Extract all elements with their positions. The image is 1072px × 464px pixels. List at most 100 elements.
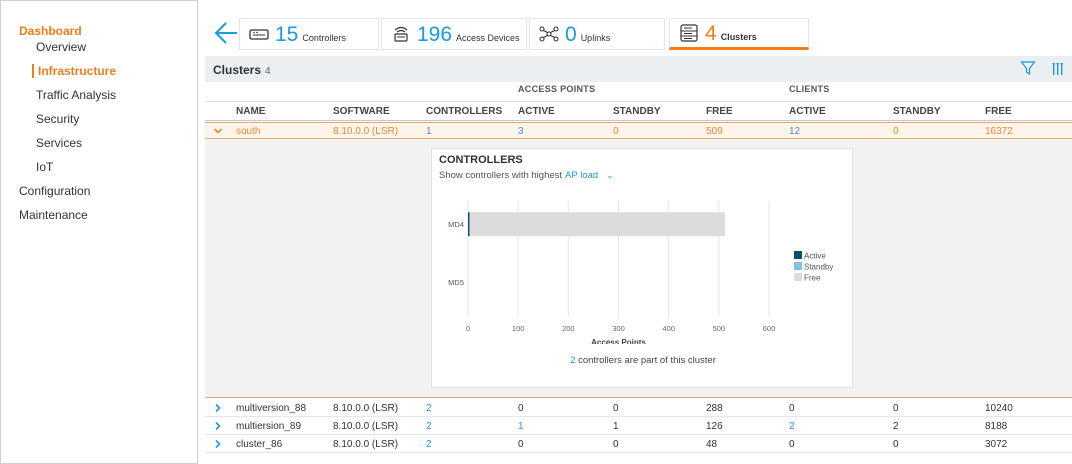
chevron-right-icon[interactable]	[213, 403, 223, 413]
metric-select[interactable]: AP load	[565, 170, 598, 181]
cell-ap-standby: 1	[613, 421, 619, 432]
chevron-right-icon[interactable]	[213, 421, 223, 431]
access-devices-label: Access Devices	[456, 33, 520, 43]
cell-name: multiversion_88	[236, 403, 307, 414]
legend-swatch-free	[794, 273, 802, 281]
table-row[interactable]: cluster_86 8.10.0.0 (LSR) 2 0 0 48 0 0 3…	[205, 436, 1072, 453]
tile-clusters[interactable]: 4 Clusters	[669, 18, 809, 50]
cell-ap-standby: 0	[613, 403, 619, 414]
chevron-right-icon[interactable]	[213, 439, 223, 449]
nav-infrastructure[interactable]: Infrastructure	[32, 64, 116, 78]
cell-controllers-link[interactable]: 2	[426, 421, 432, 432]
tile-access-devices[interactable]: 196 Access Devices	[381, 18, 527, 50]
table-header: NAME SOFTWARE CONTROLLERS ACTIVE STANDBY…	[205, 101, 1072, 121]
controllers-count: 15	[275, 22, 299, 46]
sidebar: Dashboard Overview Infrastructure Traffi…	[0, 0, 198, 464]
cell-ap-free: 48	[706, 439, 718, 450]
clusters-tile-label: Clusters	[720, 32, 757, 42]
uplinks-label: Uplinks	[580, 33, 611, 43]
nav-configuration[interactable]: Configuration	[19, 184, 90, 198]
nav-maintenance[interactable]: Maintenance	[19, 208, 88, 222]
nav-dashboard[interactable]: Dashboard	[19, 24, 82, 38]
legend-label-standby: Standby	[804, 263, 833, 272]
x-tick-label: 600	[763, 324, 776, 333]
cluster-icon	[680, 24, 698, 42]
nav-iot[interactable]: IoT	[36, 160, 53, 174]
cell-name: south	[236, 126, 261, 137]
nav-security[interactable]: Security	[36, 112, 79, 126]
cell-ap-free: 126	[706, 421, 723, 432]
col-name[interactable]: NAME	[236, 106, 265, 117]
col-software[interactable]: SOFTWARE	[333, 106, 390, 117]
controllers-count-link[interactable]: 2	[570, 355, 575, 366]
tile-controllers[interactable]: 15 Controllers	[239, 18, 379, 50]
cell-controllers-link[interactable]: 2	[426, 403, 432, 414]
cell-ap-active: 0	[518, 439, 524, 450]
legend-label-active: Active	[804, 252, 826, 261]
x-axis-label: Access Points	[591, 338, 646, 344]
controllers-card-title: CONTROLLERS	[439, 154, 523, 166]
controllers-card-subtitle: Show controllers with highest AP load ⌄	[439, 170, 614, 181]
controllers-bar-chart: 0 100 200 300 400 500 600 Access Points MD4 MD5 Ac…	[448, 201, 833, 344]
cell-client-standby: 0	[893, 126, 899, 137]
chevron-down-icon[interactable]	[213, 126, 223, 136]
cell-name: cluster_86	[236, 439, 283, 450]
nav-traffic-analysis[interactable]: Traffic Analysis	[36, 88, 116, 102]
cell-client-active-link[interactable]: 2	[789, 421, 795, 432]
table-row[interactable]: multiversion_88 8.10.0.0 (LSR) 2 0 0 288…	[205, 400, 1072, 417]
controllers-card: CONTROLLERS Show controllers with highes…	[431, 148, 853, 388]
group-header-clients: CLIENTS	[789, 84, 830, 94]
clusters-header-bar: Clusters 4	[205, 56, 1072, 82]
bar-segment-free	[469, 212, 725, 237]
legend-label-free: Free	[804, 274, 821, 283]
col-controllers[interactable]: CONTROLLERS	[426, 106, 502, 117]
access-device-icon	[394, 26, 408, 42]
x-tick-label: 500	[713, 324, 726, 333]
column-chooser-icon[interactable]	[1052, 61, 1064, 77]
cell-controllers-link[interactable]: 1	[426, 126, 432, 137]
nav-overview[interactable]: Overview	[36, 40, 86, 54]
cell-client-active-link[interactable]: 12	[789, 126, 800, 137]
col-ap-standby[interactable]: STANDBY	[613, 106, 661, 117]
clusters-tile-count: 4	[705, 21, 717, 45]
clusters-count: 4	[265, 66, 271, 77]
table-row-south[interactable]: south 8.10.0.0 (LSR) 1 3 0 509 12 0 1637…	[205, 122, 1072, 139]
cell-client-standby: 0	[893, 439, 899, 450]
cell-client-standby: 0	[893, 403, 899, 414]
y-category-label: MD5	[448, 278, 464, 287]
x-tick-label: 100	[512, 324, 525, 333]
uplinks-icon	[539, 26, 559, 42]
col-ap-free[interactable]: FREE	[706, 106, 733, 117]
controllers-label: Controllers	[302, 33, 346, 43]
clusters-title-text: Clusters	[213, 63, 262, 77]
cell-controllers-link[interactable]: 2	[426, 439, 432, 450]
nav-services[interactable]: Services	[36, 136, 82, 150]
x-tick-label: 300	[612, 324, 625, 333]
col-client-active[interactable]: ACTIVE	[789, 106, 826, 117]
cell-client-active: 0	[789, 439, 795, 450]
group-header-access-points: ACCESS POINTS	[518, 84, 596, 94]
x-tick-label: 200	[562, 324, 575, 333]
col-client-standby[interactable]: STANDBY	[893, 106, 941, 117]
filter-icon[interactable]	[1020, 60, 1036, 76]
controllers-footer-text: controllers are part of this cluster	[578, 355, 716, 366]
cell-software: 8.10.0.0 (LSR)	[333, 421, 399, 432]
bar-segment-active	[468, 212, 470, 237]
col-ap-active[interactable]: ACTIVE	[518, 106, 555, 117]
tile-uplinks[interactable]: 0 Uplinks	[529, 18, 665, 50]
cell-client-free: 8188	[985, 421, 1008, 432]
table-row[interactable]: multiersion_89 8.10.0.0 (LSR) 2 1 1 126 …	[205, 418, 1072, 435]
controller-icon	[249, 29, 269, 40]
cell-ap-active-link[interactable]: 1	[518, 421, 524, 432]
cell-software: 8.10.0.0 (LSR)	[333, 439, 399, 450]
cell-software: 8.10.0.0 (LSR)	[333, 126, 399, 137]
uplinks-count: 0	[565, 22, 577, 46]
clusters-panel: Clusters 4 ACCESS POINTS CLIENTS NAME SOF…	[205, 56, 1072, 464]
cell-name: multiersion_89	[236, 421, 302, 432]
col-client-free[interactable]: FREE	[985, 106, 1012, 117]
show-controllers-prefix: Show controllers with highest	[439, 170, 563, 181]
cell-client-standby: 2	[893, 421, 899, 432]
back-arrow-icon[interactable]	[213, 20, 239, 46]
chevron-down-icon[interactable]: ⌄	[606, 170, 614, 180]
cell-ap-active-link[interactable]: 3	[518, 126, 524, 137]
